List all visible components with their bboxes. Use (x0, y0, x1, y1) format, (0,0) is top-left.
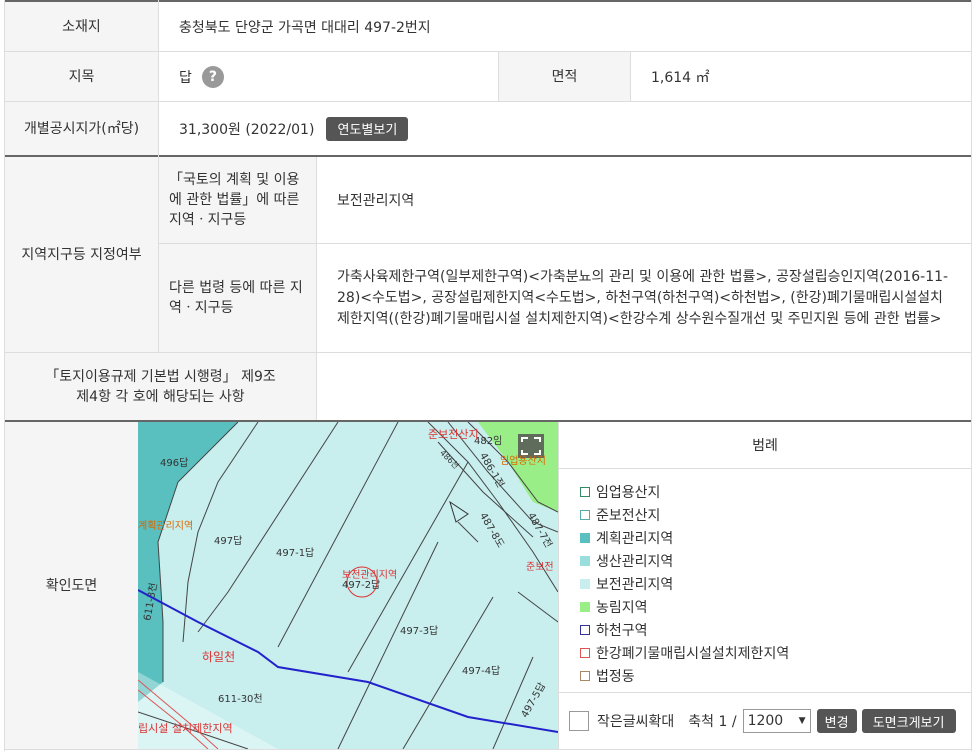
map-label-zone-forest: 임업용산지 (500, 456, 546, 467)
legend-item: 한강폐기물매립시설설치제한지역 (580, 643, 789, 663)
map-canvas[interactable]: 496답 497답 497-1답 보전관리지역 497-2답 497-3답 49… (138, 422, 558, 749)
location-label: 소재지 (5, 2, 158, 51)
legend-item: 법정동 (580, 666, 635, 686)
map-label-497-3: 497-3답 (400, 626, 439, 637)
map-label-497-2: 497-2답 (342, 580, 381, 591)
map-label-497: 497답 (214, 536, 243, 547)
legend-swatch (580, 556, 590, 566)
price-label: 개별공시지가(㎡당) (5, 102, 158, 155)
scale-label: 축척 1 / (688, 714, 737, 730)
map-section-label: 확인도면 (5, 422, 138, 749)
map-label-zone-semi: 준보전산지 (428, 428, 479, 441)
legend-swatch (580, 648, 590, 658)
small-text-checkbox[interactable] (569, 711, 589, 731)
jimok-value: 답 (179, 69, 192, 86)
other-zoning-label: 다른 법령 등에 따른 지역ㆍ지구등 (159, 244, 316, 352)
legend-swatch (580, 510, 590, 520)
price-cell: 31,300원 (2022/01) 연도별보기 (159, 102, 971, 155)
area-value: 1,614 ㎡ (651, 69, 710, 86)
location-value: 충청북도 단양군 가곡면 대대리 497-2번지 (179, 19, 431, 36)
legend-label: 하천구역 (596, 623, 648, 639)
legend-label: 생산관리지역 (596, 554, 674, 570)
enforcement-value (317, 353, 971, 420)
jimok-label: 지목 (5, 52, 158, 101)
small-text-label: 작은글씨확대 (597, 714, 675, 730)
map-label-restrict: 립시설 설치제한지역 (138, 722, 233, 735)
legend-item: 계획관리지역 (580, 528, 673, 548)
map-label-496: 496답 (160, 458, 189, 469)
scale-select[interactable]: 1200 ▼ (742, 709, 811, 733)
area-label: 면적 (499, 52, 630, 101)
legend-label: 임업용산지 (596, 485, 661, 501)
jimok-cell: 답 ? (159, 52, 498, 101)
legend-label: 보전관리지역 (596, 577, 674, 593)
legend-swatch (580, 533, 590, 543)
enforcement-label: 「토지이용규제 기본법 시행령」 제9조 제4항 각 호에 해당되는 사항 (5, 353, 316, 420)
legend-item: 하천구역 (580, 620, 648, 640)
legend-swatch (580, 625, 590, 635)
legend-item: 임업용산지 (580, 482, 660, 502)
map-label-zone-semi2: 준보전 (526, 562, 554, 573)
legend-swatch (580, 602, 590, 612)
map-controls: 작은글씨확대 축척 1 / 1200 ▼ 변경 도면크게보기 (559, 693, 971, 749)
legend-swatch (580, 487, 590, 497)
chevron-down-icon: ▼ (798, 716, 806, 726)
legend-title: 범례 (752, 438, 778, 454)
legend-label: 한강폐기물매립시설설치제한지역 (596, 646, 790, 662)
map-label-zone-planning: 계획관리지역 (138, 521, 194, 532)
legend-item: 농림지역 (580, 597, 648, 617)
legend-label: 법정동 (596, 669, 635, 685)
legend-label: 계획관리지역 (596, 531, 674, 547)
zoning-section-label: 지역지구등 지정여부 (5, 157, 158, 352)
yearly-view-button[interactable]: 연도별보기 (326, 116, 409, 141)
scale-change-button[interactable]: 변경 (816, 709, 857, 733)
help-icon[interactable]: ? (201, 65, 224, 88)
scale-value: 1200 (747, 713, 784, 729)
legend-item: 준보전산지 (580, 505, 660, 525)
legend-item: 보전관리지역 (580, 574, 673, 594)
legend-swatch (580, 671, 590, 681)
price-value: 31,300원 (2022/01) (179, 121, 315, 138)
legend-label: 준보전산지 (596, 508, 661, 524)
national-zoning-value: 보전관리지역 (337, 193, 415, 209)
national-zoning-label: 「국토의 계획 및 이용에 관한 법률」에 따른 지역ㆍ지구등 (159, 157, 316, 243)
map-label-river: 하일천 (202, 650, 236, 664)
other-zoning-value: 가축사육제한구역(일부제한구역)<가축분뇨의 관리 및 이용에 관한 법률>, … (337, 268, 949, 327)
map-label-497-1: 497-1답 (276, 548, 315, 559)
legend-swatch (580, 579, 590, 589)
legend-label: 농림지역 (596, 600, 648, 616)
map-label-611-30: 611-30천 (218, 694, 263, 705)
map-label-497-4: 497-4답 (462, 666, 501, 677)
enlarge-map-button[interactable]: 도면크게보기 (861, 709, 956, 733)
legend-item: 생산관리지역 (580, 551, 673, 571)
